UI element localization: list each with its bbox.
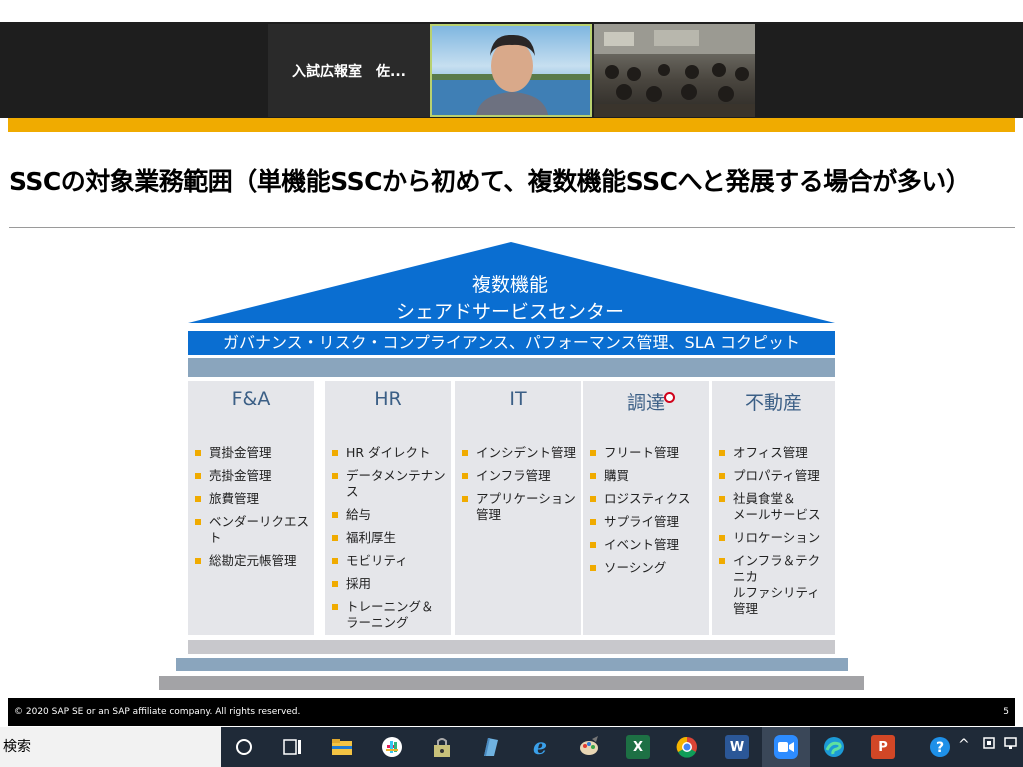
notes-app-icon[interactable] <box>478 735 502 759</box>
list-item: サプライ管理 <box>590 514 705 530</box>
list-item: データメンテナンス <box>332 468 447 500</box>
participant-name-tile[interactable]: 入試広報室 佐... <box>268 24 430 117</box>
paint-icon[interactable] <box>577 735 601 759</box>
list-item: インシデント管理 <box>462 445 577 461</box>
foundation-step-2 <box>176 658 848 671</box>
column-title: HR <box>374 388 402 410</box>
title-divider <box>9 227 1015 228</box>
list-item: オフィス管理 <box>719 445 831 461</box>
foundation-step-3 <box>159 676 864 690</box>
column-title: IT <box>509 388 527 410</box>
word-icon[interactable]: W <box>725 735 749 759</box>
list-item: リロケーション <box>719 530 831 546</box>
edge-icon[interactable] <box>822 735 846 759</box>
list-item: アプリケーション 管理 <box>462 491 577 523</box>
list-item: モビリティ <box>332 553 447 569</box>
taskbar-search-box[interactable]: 検索 <box>0 727 221 767</box>
list-item: ロジスティクス <box>590 491 705 507</box>
column-title: 不動産 <box>744 392 802 414</box>
list-item: イベント管理 <box>590 537 705 553</box>
windows-taskbar: 検索 e X W P ? ^ <box>0 727 1023 767</box>
tray-app-icon[interactable] <box>983 737 995 753</box>
annotation-pointer-dot <box>664 392 675 403</box>
footer-copyright: © 2020 SAP SE or an SAP affiliate compan… <box>14 707 301 717</box>
list-item: インフラ＆テクニカ ルファシリティ管理 <box>719 553 831 617</box>
network-icon[interactable] <box>1004 737 1020 755</box>
list-item: 旅費管理 <box>195 491 310 507</box>
list-item: ベンダーリクエスト <box>195 514 310 546</box>
file-explorer-icon[interactable] <box>330 735 354 759</box>
column-list: HR ダイレクト データメンテナンス 給与 福利厚生 モビリティ 採用 トレーニ… <box>332 445 447 638</box>
roof-title-line1: 複数機能 <box>471 274 548 296</box>
keepass-icon[interactable] <box>430 735 454 759</box>
list-item: 社員食堂＆ メールサービス <box>719 491 831 523</box>
column-list: フリート管理 購買 ロジスティクス サプライ管理 イベント管理 ソーシング <box>590 445 705 583</box>
powerpoint-icon[interactable]: P <box>871 735 895 759</box>
top-margin <box>0 0 1023 22</box>
column-title: 調達 <box>626 392 665 414</box>
beam-bar <box>188 358 835 377</box>
column-list: インシデント管理 インフラ管理 アプリケーション 管理 <box>462 445 577 530</box>
governance-bar: ガバナンス・リスク・コンプライアンス、パフォーマンス管理、SLA コクピット <box>188 331 835 355</box>
speaker-video-image <box>432 34 590 115</box>
list-item: インフラ管理 <box>462 468 577 484</box>
list-item: 福利厚生 <box>332 530 447 546</box>
chevron-up-icon[interactable]: ^ <box>958 737 970 753</box>
roof-title-line2: シェアドサービスセンター <box>395 301 624 323</box>
list-item: 買掛金管理 <box>195 445 310 461</box>
column-title: F&A <box>231 388 271 410</box>
task-view-icon[interactable] <box>281 735 305 759</box>
list-item: 売掛金管理 <box>195 468 310 484</box>
page-number: 5 <box>1003 707 1009 717</box>
svg-text:?: ? <box>936 740 944 756</box>
list-item: HR ダイレクト <box>332 445 447 461</box>
list-item: ソーシング <box>590 560 705 576</box>
list-item: 総勘定元帳管理 <box>195 553 310 569</box>
list-item: 購買 <box>590 468 705 484</box>
list-item: フリート管理 <box>590 445 705 461</box>
zoom-icon <box>774 735 798 759</box>
excel-icon[interactable]: X <box>626 735 650 759</box>
list-item: 採用 <box>332 576 447 592</box>
help-icon[interactable]: ? <box>928 735 952 759</box>
list-item: 給与 <box>332 507 447 523</box>
list-item: プロパティ管理 <box>719 468 831 484</box>
column-list: オフィス管理 プロパティ管理 社員食堂＆ メールサービス リロケーション インフ… <box>719 445 831 624</box>
chrome-icon[interactable] <box>675 735 699 759</box>
participant-name: 入試広報室 佐... <box>292 63 406 80</box>
column-fa: F&A 買掛金管理 売掛金管理 旅費管理 ベンダーリクエスト 総勘定元帳管理 <box>188 381 314 635</box>
column-list: 買掛金管理 売掛金管理 旅費管理 ベンダーリクエスト 総勘定元帳管理 <box>195 445 310 576</box>
slack-icon[interactable] <box>380 735 404 759</box>
foundation-step-1 <box>188 640 835 654</box>
column-real-estate: 不動産 オフィス管理 プロパティ管理 社員食堂＆ メールサービス リロケーション… <box>712 381 835 635</box>
column-procurement: 調達 フリート管理 購買 ロジスティクス サプライ管理 イベント管理 ソーシング <box>583 381 709 635</box>
slide-footer: © 2020 SAP SE or an SAP affiliate compan… <box>8 698 1015 726</box>
column-it: IT インシデント管理 インフラ管理 アプリケーション 管理 <box>455 381 581 635</box>
classroom-video-image <box>594 24 755 117</box>
participant-video-1[interactable] <box>430 24 592 117</box>
list-item: トレーニング＆ ラーニング <box>332 599 447 631</box>
slide-accent-bar <box>8 118 1015 132</box>
participant-video-2[interactable] <box>594 24 755 117</box>
internet-explorer-icon[interactable]: e <box>528 734 552 760</box>
zoom-taskbar-active[interactable] <box>762 727 810 767</box>
slide-title: SSCの対象業務範囲（単機能SSCから初めて、複数機能SSCへと発展する場合が多… <box>9 167 971 196</box>
cortana-icon[interactable] <box>232 735 256 759</box>
column-hr: HR HR ダイレクト データメンテナンス 給与 福利厚生 モビリティ 採用 ト… <box>325 381 451 635</box>
